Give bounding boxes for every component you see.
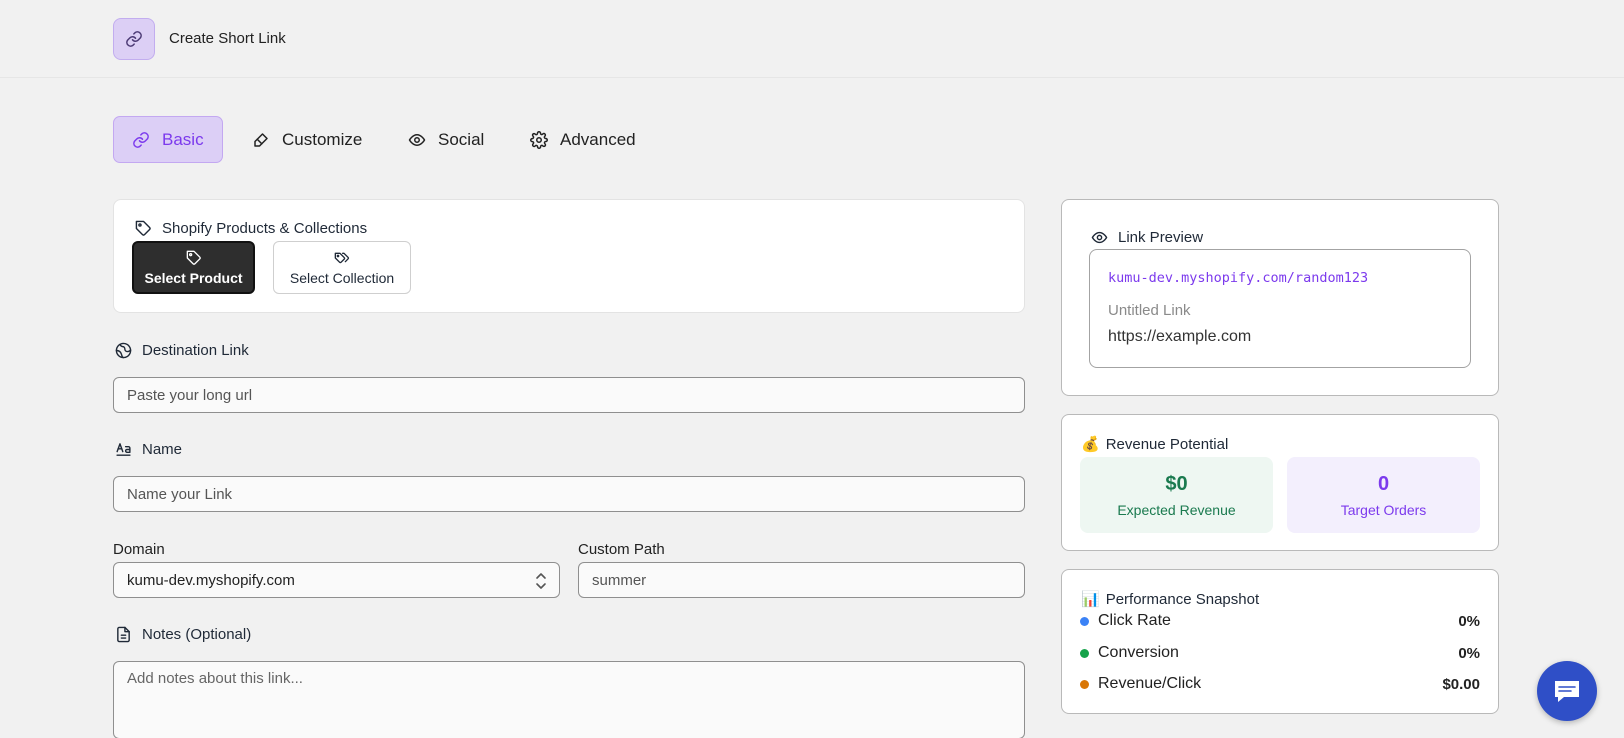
preview-destination: https://example.com [1108,328,1252,345]
select-collection-button[interactable]: Select Collection [273,241,411,294]
select-collection-label: Select Collection [289,269,395,286]
shopify-section-label: Shopify Products & Collections [135,220,367,237]
tab-advanced[interactable]: Advanced [530,116,636,163]
performance-title: 📊 Performance Snapshot [1081,590,1260,609]
tab-label: Social [438,129,485,149]
chat-icon [1555,681,1579,702]
tab-basic[interactable]: Basic [113,116,223,163]
page-title: Create Short Link [169,30,286,47]
link-icon [126,31,142,47]
tab-label: Customize [282,129,363,149]
chevron-updown-icon [536,573,546,589]
notes-textarea[interactable]: Add notes about this link... [113,661,1025,738]
domain-label: Domain [113,541,165,558]
notes-label: Notes (Optional) [115,626,251,643]
eye-icon [1091,231,1108,244]
perf-row-revenue-per-click: Revenue/Click $0.00 [1080,673,1480,695]
tag-icon [186,250,201,265]
tab-label: Advanced [560,129,636,149]
expected-revenue-value: $0 [1165,472,1188,495]
brush-icon [254,132,268,147]
name-label: Name [115,441,182,458]
target-orders-label: Target Orders [1340,501,1427,518]
status-dot [1080,648,1089,658]
gear-icon [530,130,548,149]
link-icon [133,131,149,148]
target-orders-value: 0 [1377,472,1390,495]
tab-social[interactable]: Social [408,116,484,163]
custom-path-input[interactable]: summer [578,562,1025,598]
eye-icon [408,133,426,146]
expected-revenue-label: Expected Revenue [1117,501,1236,518]
select-product-label: Select Product [144,269,243,286]
money-bag-icon: 💰 [1081,436,1100,453]
app-logo [113,18,155,60]
file-icon [117,626,130,643]
domain-select[interactable]: kumu-dev.myshopify.com [113,562,560,598]
custom-path-label: Custom Path [578,541,665,558]
tags-icon [334,252,349,263]
name-input[interactable]: Name your Link [113,476,1025,512]
top-bar: Create Short Link [0,0,1624,78]
tab-label: Basic [162,129,204,149]
tag-icon [135,220,151,236]
target-orders-stat: 0 Target Orders [1287,457,1480,533]
perf-row-conversion: Conversion 0% [1080,642,1480,664]
globe-icon [115,342,132,359]
tab-customize[interactable]: Customize [252,116,362,163]
text-icon [116,443,131,456]
destination-input[interactable]: Paste your long url [113,377,1025,413]
select-product-button[interactable]: Select Product [132,241,255,294]
status-dot [1080,616,1089,626]
status-dot [1080,679,1089,689]
perf-row-click-rate: Click Rate 0% [1080,610,1480,632]
destination-label: Destination Link [115,342,249,359]
preview-link-name: Untitled Link [1108,302,1191,319]
preview-short-url[interactable]: kumu-dev.myshopify.com/random123 [1108,270,1368,286]
expected-revenue-stat: $0 Expected Revenue [1080,457,1273,533]
bar-chart-icon: 📊 [1081,591,1100,608]
chat-button[interactable] [1537,661,1597,721]
link-preview-title: Link Preview [1091,229,1203,246]
revenue-title: 💰 Revenue Potential [1081,435,1229,454]
